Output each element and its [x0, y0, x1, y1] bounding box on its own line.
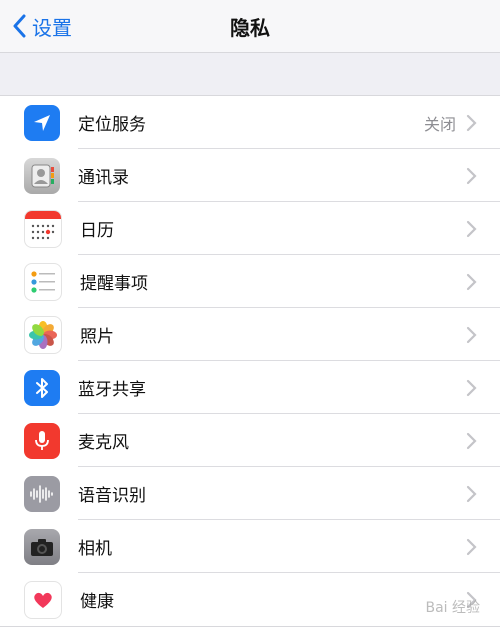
row-reminders[interactable]: 提醒事项 [0, 255, 500, 308]
watermark: Bai 经验 [425, 600, 480, 616]
row-value: 关闭 [423, 114, 456, 134]
calendar-icon [24, 209, 62, 248]
row-label: 相机 [78, 539, 112, 559]
row-contacts[interactable]: 通讯录 [0, 149, 500, 202]
chevron-right-icon [466, 114, 477, 131]
row-photos[interactable]: 照片 [0, 308, 500, 361]
chevron-right-icon [466, 220, 477, 237]
reminders-icon [24, 262, 62, 301]
chevron-right-icon [466, 273, 477, 290]
microphone-icon [24, 422, 60, 459]
row-label: 麦克风 [78, 433, 129, 453]
chevron-right-icon [466, 379, 477, 396]
health-heart-icon [24, 580, 62, 619]
contacts-icon [24, 157, 60, 194]
page-title: 隐私 [230, 15, 270, 40]
camera-icon [24, 528, 60, 565]
location-arrow-icon [24, 104, 60, 141]
section-spacer [0, 53, 500, 95]
row-label: 提醒事项 [80, 274, 148, 294]
row-bluetooth-sharing[interactable]: 蓝牙共享 [0, 361, 500, 414]
row-label: 日历 [80, 221, 114, 241]
row-label: 蓝牙共享 [78, 380, 146, 400]
bluetooth-icon [24, 369, 60, 406]
row-label: 通讯录 [78, 168, 129, 188]
photos-icon [24, 315, 62, 354]
chevron-right-icon [466, 432, 477, 449]
row-location-services[interactable]: 定位服务 关闭 [0, 96, 500, 149]
row-camera[interactable]: 相机 [0, 520, 500, 573]
privacy-list: 定位服务 关闭 通讯录 日历 提醒事项 照片 蓝牙共享 麦克风 语音识别 相机 … [0, 95, 500, 627]
chevron-right-icon [466, 538, 477, 555]
chevron-right-icon [466, 167, 477, 184]
chevron-right-icon [466, 485, 477, 502]
row-label: 语音识别 [78, 486, 146, 506]
speech-recognition-icon [24, 475, 60, 512]
row-calendar[interactable]: 日历 [0, 202, 500, 255]
row-label: 健康 [80, 592, 114, 612]
row-speech-recognition[interactable]: 语音识别 [0, 467, 500, 520]
row-microphone[interactable]: 麦克风 [0, 414, 500, 467]
row-label: 照片 [80, 327, 114, 347]
navigation-bar: 设置 隐私 [0, 0, 500, 53]
chevron-right-icon [466, 326, 477, 343]
row-label: 定位服务 [78, 115, 146, 135]
